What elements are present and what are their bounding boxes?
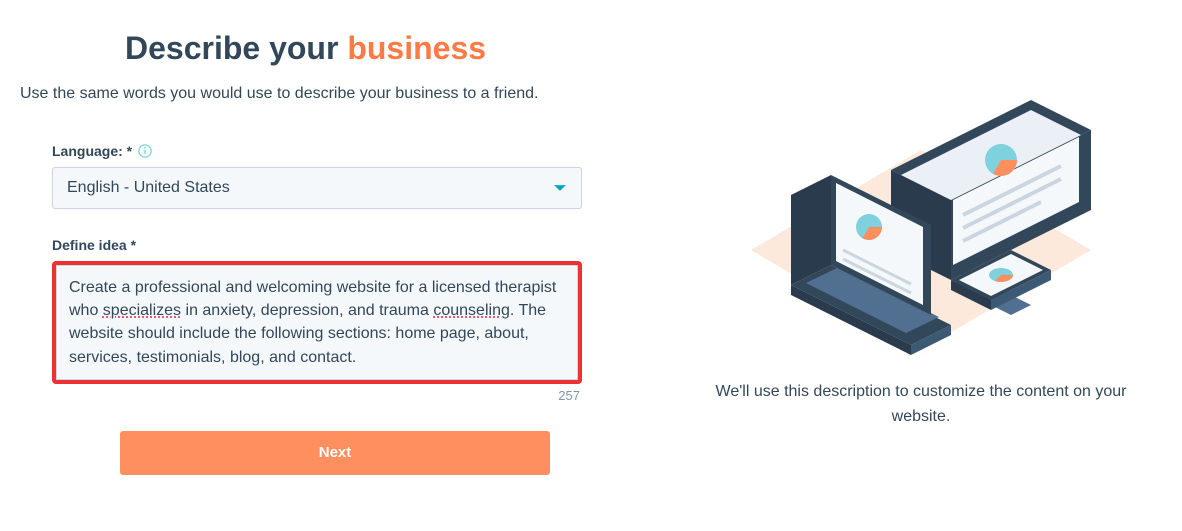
page-title-accent: business	[347, 30, 486, 66]
illustration-caption: We'll use this description to customize …	[711, 380, 1131, 430]
chevron-down-icon	[553, 181, 567, 195]
info-icon[interactable]	[138, 144, 152, 158]
page-title-part1: Describe your	[125, 30, 347, 66]
define-idea-textarea[interactable]: Create a professional and welcoming webs…	[56, 265, 578, 380]
language-label-text: Language: *	[52, 143, 132, 159]
char-count: 257	[52, 388, 582, 403]
language-select-value: English - United States	[67, 179, 230, 197]
language-label: Language: *	[52, 143, 600, 159]
page-subtitle: Use the same words you would use to desc…	[20, 85, 620, 103]
next-button[interactable]: Next	[120, 431, 550, 475]
devices-illustration	[741, 80, 1101, 360]
define-idea-label-text: Define idea *	[52, 237, 136, 253]
language-select[interactable]: English - United States	[52, 167, 582, 209]
define-idea-highlight: Create a professional and welcoming webs…	[52, 261, 582, 384]
page-title: Describe your business	[125, 30, 620, 67]
define-idea-label: Define idea *	[52, 237, 600, 253]
